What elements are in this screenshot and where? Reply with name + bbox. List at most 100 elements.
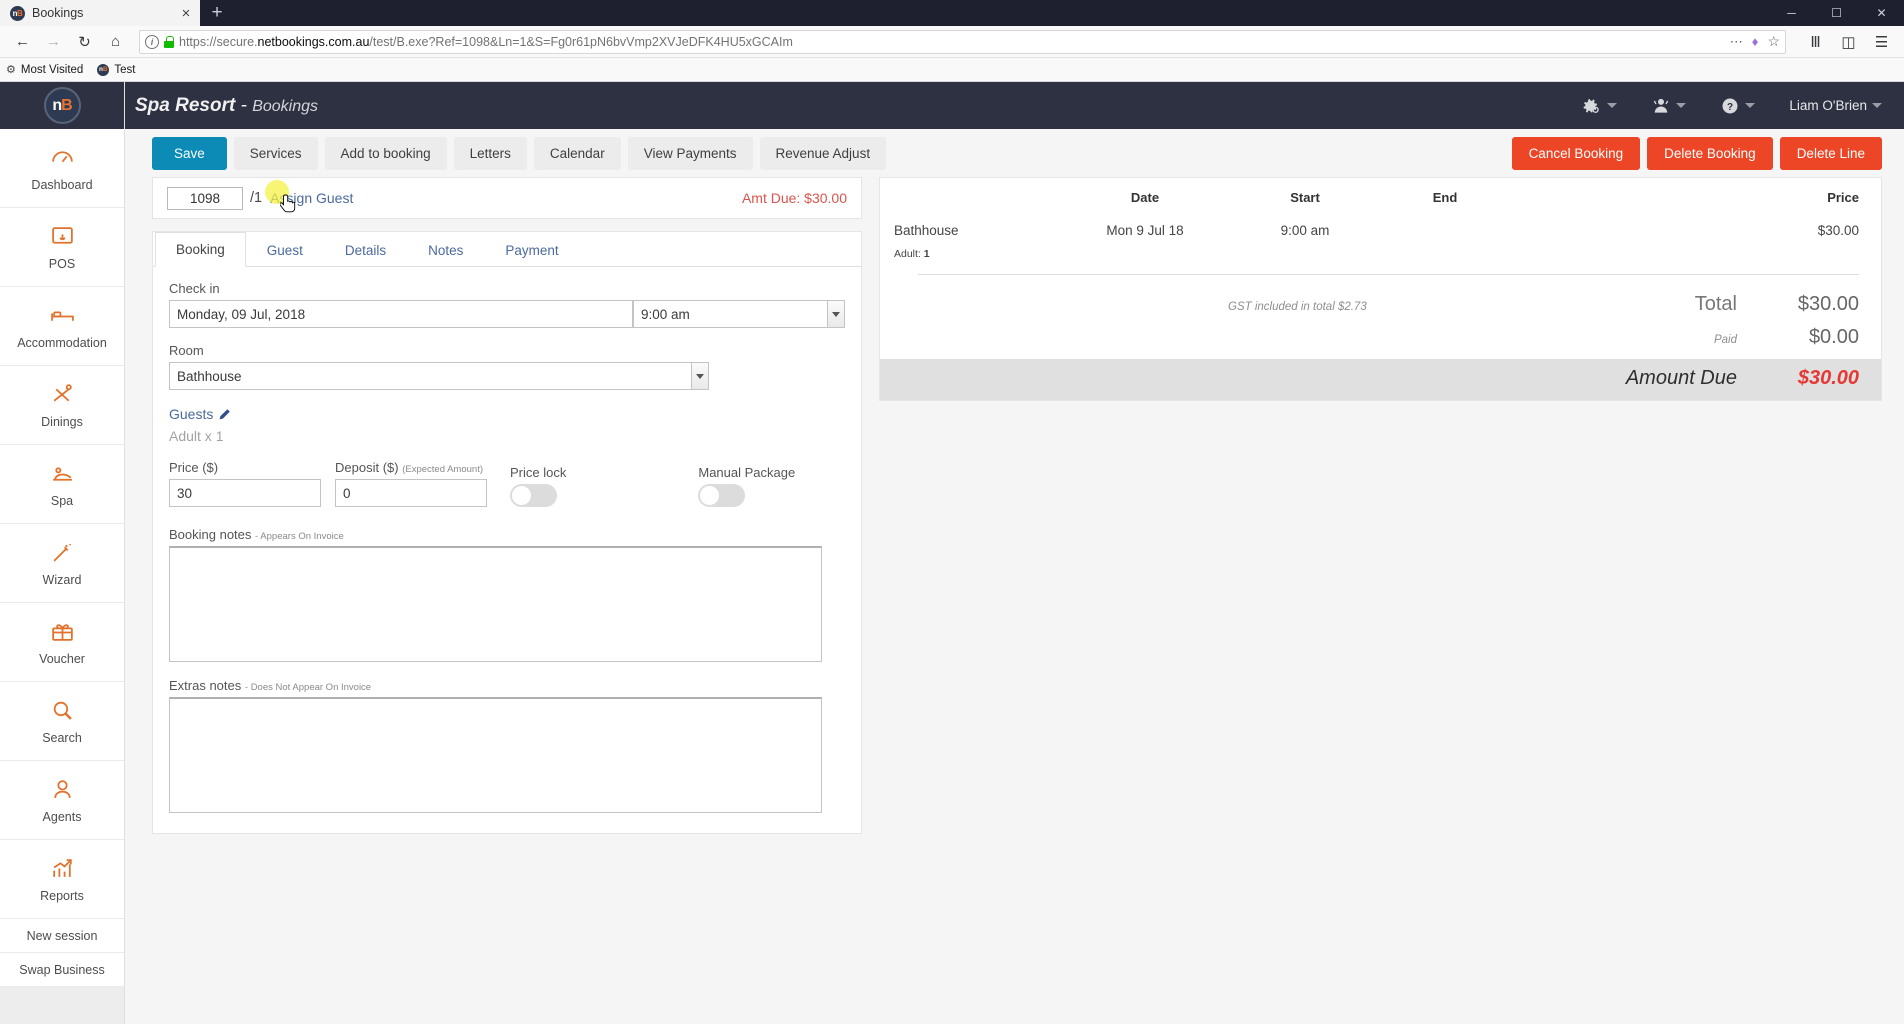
sidebar-item-new-session[interactable]: New session bbox=[0, 919, 124, 953]
guest-type-label: Adult: bbox=[894, 248, 921, 260]
hamburger-menu-icon[interactable]: ☰ bbox=[1867, 29, 1896, 55]
netbookings-favicon: nB bbox=[10, 5, 25, 21]
col-date: Date bbox=[1130, 190, 1160, 205]
assign-guest-link[interactable]: Assign Guest bbox=[270, 190, 353, 206]
price-lock-group: Price lock bbox=[510, 465, 566, 507]
save-button[interactable]: Save bbox=[152, 136, 227, 170]
maximize-icon[interactable]: ☐ bbox=[1814, 0, 1859, 26]
amount-due-row: Amount Due $30.00 bbox=[880, 359, 1881, 400]
application-root: nB Dashboard POS Accommodation Dinings S… bbox=[0, 82, 1904, 1024]
bookmark-test[interactable]: nB Test bbox=[97, 63, 135, 76]
help-menu[interactable]: ? bbox=[1720, 96, 1756, 116]
tab-details[interactable]: Details bbox=[324, 232, 407, 267]
sidebar-item-search[interactable]: Search bbox=[0, 682, 124, 761]
row-item-name[interactable]: Bathhouse bbox=[880, 215, 1060, 246]
booking-notes-textarea[interactable] bbox=[169, 546, 822, 662]
sidebar-item-label: Reports bbox=[40, 889, 84, 903]
guest-type-count: 1 bbox=[923, 248, 930, 260]
col-end: End bbox=[1432, 190, 1458, 205]
delete-booking-button[interactable]: Delete Booking bbox=[1647, 136, 1773, 170]
settings-menu[interactable] bbox=[1580, 96, 1618, 116]
browser-tab[interactable]: nB Bookings × bbox=[0, 0, 200, 26]
sidebar-item-label: Voucher bbox=[39, 652, 85, 666]
delete-line-button[interactable]: Delete Line bbox=[1779, 136, 1882, 170]
checkin-time-select[interactable]: 9:00 am bbox=[633, 300, 845, 328]
close-icon[interactable]: × bbox=[178, 6, 194, 21]
calendar-button[interactable]: Calendar bbox=[533, 136, 621, 170]
tab-payment[interactable]: Payment bbox=[484, 232, 579, 267]
gauge-icon bbox=[49, 144, 75, 170]
services-button[interactable]: Services bbox=[233, 136, 318, 170]
sidebar-item-agents[interactable]: Agents bbox=[0, 761, 124, 840]
cancel-booking-button[interactable]: Cancel Booking bbox=[1511, 136, 1641, 170]
price-row: Price ($) Deposit ($) (Expected Amount) bbox=[169, 460, 845, 507]
forward-icon[interactable]: → bbox=[39, 29, 68, 55]
checkin-date-input[interactable]: Monday, 09 Jul, 2018 bbox=[169, 300, 633, 328]
info-icon[interactable]: i bbox=[145, 34, 159, 49]
bed-icon bbox=[49, 302, 75, 328]
window-close-icon[interactable]: ✕ bbox=[1859, 0, 1904, 26]
sidebar-item-accommodation[interactable]: Accommodation bbox=[0, 287, 124, 366]
add-to-booking-button[interactable]: Add to booking bbox=[324, 136, 447, 170]
home-icon[interactable]: ⌂ bbox=[101, 29, 130, 55]
sidebar-item-wizard[interactable]: Wizard bbox=[0, 524, 124, 603]
extras-notes-textarea[interactable] bbox=[169, 697, 822, 813]
library-icon[interactable]: Ⅲ bbox=[1801, 29, 1830, 55]
room-select[interactable]: Bathhouse bbox=[169, 362, 709, 390]
booking-ref-input[interactable] bbox=[167, 186, 243, 210]
url-text: https://secure.netbookings.com.au/test/B… bbox=[179, 34, 793, 49]
gift-icon bbox=[49, 618, 75, 644]
checkin-label: Check in bbox=[169, 281, 220, 296]
row-end bbox=[1380, 215, 1510, 246]
guests-edit-link[interactable]: Guests bbox=[169, 406, 845, 422]
booking-form-column: /1 Assign Guest Amt Due: $30.00 Booking … bbox=[152, 177, 862, 1024]
extras-notes-label-sub: - Does Not Appear On Invoice bbox=[244, 682, 372, 693]
letters-button[interactable]: Letters bbox=[453, 136, 527, 170]
user-menu[interactable] bbox=[1651, 96, 1687, 116]
sidebar-item-swap-business[interactable]: Swap Business bbox=[0, 953, 124, 987]
sidebar-item-dashboard[interactable]: Dashboard bbox=[0, 129, 124, 208]
sidebar-item-voucher[interactable]: Voucher bbox=[0, 603, 124, 682]
bookmark-most-visited[interactable]: ⚙ Most Visited bbox=[6, 63, 83, 77]
back-icon[interactable]: ← bbox=[8, 29, 37, 55]
sidebar-item-label: Spa bbox=[50, 494, 74, 508]
account-menu[interactable]: Liam O'Brien bbox=[1789, 98, 1882, 113]
new-tab-button[interactable]: + bbox=[200, 0, 234, 26]
sidebar-toggle-icon[interactable]: ◫ bbox=[1834, 29, 1863, 55]
sidebar-item-spa[interactable]: Spa bbox=[0, 445, 124, 524]
table-row[interactable]: Bathhouse Mon 9 Jul 18 9:00 am $30.00 bbox=[880, 215, 1881, 246]
row-guest-breakdown: Adult: 1 bbox=[880, 246, 1881, 274]
price-lock-toggle[interactable] bbox=[510, 484, 557, 507]
deposit-input[interactable] bbox=[335, 479, 487, 507]
pocket-icon[interactable]: ♦ bbox=[1752, 34, 1759, 49]
form-tabs: Booking Guest Details Notes Payment bbox=[153, 232, 861, 267]
manual-package-toggle[interactable] bbox=[698, 484, 746, 507]
pos-terminal-icon bbox=[49, 223, 75, 249]
gear-icon: ⚙ bbox=[6, 64, 16, 76]
page-actions-icon[interactable]: ⋯ bbox=[1730, 34, 1743, 50]
booking-notes-label-text: Booking notes bbox=[169, 527, 252, 542]
sidebar-item-reports[interactable]: Reports bbox=[0, 840, 124, 919]
section-name: Bookings bbox=[252, 97, 319, 115]
lock-icon bbox=[164, 35, 174, 48]
sidebar-item-label: Dinings bbox=[41, 415, 83, 429]
tab-booking[interactable]: Booking bbox=[155, 232, 246, 267]
address-bar[interactable]: i https://secure.netbookings.com.au/test… bbox=[139, 29, 1786, 54]
revenue-adjust-button[interactable]: Revenue Adjust bbox=[759, 136, 887, 170]
tab-guest[interactable]: Guest bbox=[246, 232, 324, 267]
minimize-icon[interactable]: ─ bbox=[1769, 0, 1814, 26]
view-payments-button[interactable]: View Payments bbox=[627, 136, 753, 170]
cutlery-icon bbox=[49, 381, 75, 407]
bookmark-star-icon[interactable]: ☆ bbox=[1767, 33, 1780, 50]
price-input[interactable] bbox=[169, 479, 321, 507]
reload-icon[interactable]: ↻ bbox=[70, 29, 99, 55]
sidebar-item-pos[interactable]: POS bbox=[0, 208, 124, 287]
booking-summary-panel: Date Start End Price Bathhouse Mon 9 Jul… bbox=[879, 177, 1882, 401]
checkin-time-value: 9:00 am bbox=[641, 306, 690, 322]
booking-notes-label: Booking notes - Appears On Invoice bbox=[169, 527, 845, 542]
sidebar-logo[interactable]: nB bbox=[0, 82, 124, 129]
price-label: Price ($) bbox=[169, 460, 219, 475]
tab-notes[interactable]: Notes bbox=[407, 232, 484, 267]
sidebar-item-dinings[interactable]: Dinings bbox=[0, 366, 124, 445]
booking-panel: Booking Guest Details Notes Payment Chec… bbox=[152, 231, 862, 834]
